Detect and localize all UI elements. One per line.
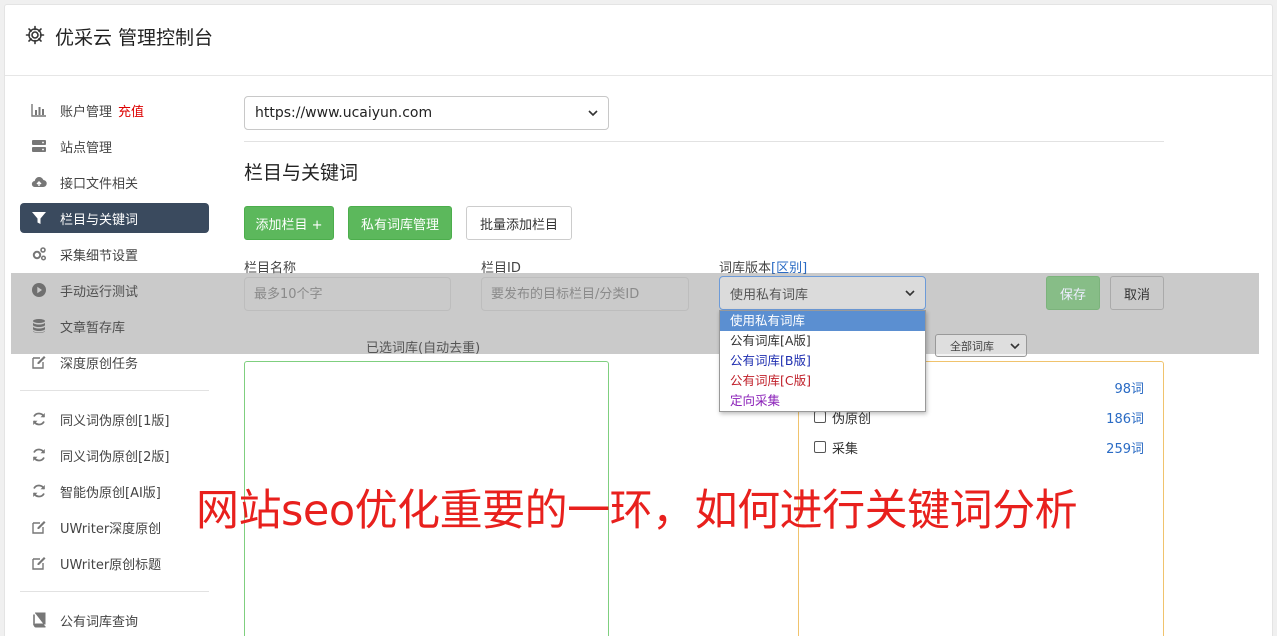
- sidebar-item-synonym-v2[interactable]: 同义词伪原创[2版]: [20, 440, 209, 470]
- sidebar-item-label: 栏目与关键词: [60, 212, 139, 228]
- site-select[interactable]: https://www.ucaiyun.com: [244, 96, 609, 130]
- sidebar-item-ai-rewrite[interactable]: 智能伪原创[AI版]: [20, 476, 209, 506]
- selected-lib-caption: 已选词库(自动去重): [366, 341, 481, 356]
- refresh-icon: [33, 484, 45, 498]
- column-name-input[interactable]: [244, 277, 451, 311]
- lib-filter-select[interactable]: 全部词库: [935, 334, 1027, 357]
- page-title: 优采云 管理控制台: [55, 27, 214, 49]
- sidebar-item-label: 站点管理: [60, 140, 113, 156]
- cogs-icon: [32, 247, 47, 261]
- lib-checkbox[interactable]: [814, 441, 826, 453]
- sidebar-divider: [20, 591, 209, 592]
- filter-icon: [32, 212, 46, 224]
- column-id-input[interactable]: [481, 277, 689, 311]
- refresh-icon: [33, 412, 45, 426]
- add-column-button[interactable]: 添加栏目 +: [244, 206, 334, 240]
- sidebar-item-label: UWriter深度原创: [60, 521, 162, 537]
- server-icon: [32, 140, 46, 152]
- sidebar-item-label: UWriter原创标题: [60, 557, 162, 573]
- lib-name: 采集: [832, 442, 859, 457]
- header: 优采云 管理控制台: [5, 5, 1272, 76]
- edit-icon: [32, 557, 46, 570]
- sidebar-item-uwriter-deep[interactable]: UWriter深度原创: [20, 512, 209, 542]
- overlay-banner-text: 网站seo优化重要的一环，如何进行关键词分析: [196, 486, 1078, 536]
- chevron-down-icon: [1010, 343, 1020, 350]
- section-title: 栏目与关键词: [244, 162, 359, 184]
- bar-chart-icon: [31, 104, 46, 117]
- batch-add-column-button[interactable]: 批量添加栏目: [466, 206, 572, 240]
- lib-version-dropdown: 使用私有词库 公有词库[A版] 公有词库[B版] 公有词库[C版] 定向采集: [719, 310, 926, 412]
- sidebar-item-synonym-v1[interactable]: 同义词伪原创[1版]: [20, 404, 209, 434]
- lib-count: 259词: [1106, 442, 1144, 457]
- lib-count: 98词: [1114, 382, 1144, 397]
- lib-version-value: 使用私有词库: [730, 287, 809, 303]
- private-lib-button[interactable]: 私有词库管理: [348, 206, 452, 240]
- book-icon: [33, 612, 46, 628]
- sidebar-item-public-lib-query[interactable]: 公有词库查询: [20, 605, 209, 635]
- chevron-down-icon: [905, 290, 915, 297]
- recharge-link[interactable]: 充值: [118, 101, 144, 120]
- sidebar-item-label: 同义词伪原创[2版]: [60, 449, 170, 465]
- section-divider: [244, 141, 1164, 142]
- sidebar-item-label: 公有词库查询: [60, 614, 139, 630]
- sidebar-item-interface-files[interactable]: 接口文件相关: [20, 167, 209, 197]
- lib-version-select[interactable]: 使用私有词库: [719, 276, 926, 310]
- dropdown-option-public-a[interactable]: 公有词库[A版]: [720, 331, 925, 351]
- chevron-down-icon: [588, 110, 598, 117]
- save-button[interactable]: 保存: [1046, 276, 1100, 310]
- site-select-value: https://www.ucaiyun.com: [255, 105, 433, 121]
- sidebar-item-label: 同义词伪原创[1版]: [60, 413, 170, 429]
- cancel-button[interactable]: 取消: [1110, 276, 1164, 310]
- sidebar-item-account[interactable]: 账户管理 充值: [20, 95, 209, 125]
- edit-icon: [32, 521, 46, 534]
- dropdown-option-public-c[interactable]: 公有词库[C版]: [720, 371, 925, 391]
- lib-count: 186词: [1106, 412, 1144, 427]
- sidebar-item-uwriter-title[interactable]: UWriter原创标题: [20, 548, 209, 578]
- cloud-upload-icon: [31, 177, 47, 188]
- dropdown-option-targeted[interactable]: 定向采集: [720, 391, 925, 411]
- dropdown-option-public-b[interactable]: 公有词库[B版]: [720, 351, 925, 371]
- lib-filter-value: 全部词库: [950, 339, 994, 353]
- sidebar-divider: [20, 390, 209, 391]
- refresh-icon: [33, 448, 45, 462]
- dropdown-option-private[interactable]: 使用私有词库: [720, 311, 925, 331]
- sidebar-item-label: 采集细节设置: [60, 248, 139, 264]
- sidebar-item-label: 智能伪原创[AI版]: [60, 485, 161, 501]
- edit-icon: [32, 356, 46, 369]
- sidebar-item-label: 接口文件相关: [60, 176, 139, 192]
- list-item[interactable]: 采集 259词: [814, 438, 1144, 458]
- sidebar-item-columns-keywords[interactable]: 栏目与关键词: [20, 203, 209, 233]
- sidebar-item-label: 深度原创任务: [60, 356, 139, 372]
- gear-icon: [25, 25, 45, 45]
- sidebar-item-label: 账户管理: [60, 104, 113, 120]
- sidebar-item-sites[interactable]: 站点管理: [20, 131, 209, 161]
- sidebar-item-collect-settings[interactable]: 采集细节设置: [20, 239, 209, 269]
- lib-checkbox[interactable]: [814, 411, 826, 423]
